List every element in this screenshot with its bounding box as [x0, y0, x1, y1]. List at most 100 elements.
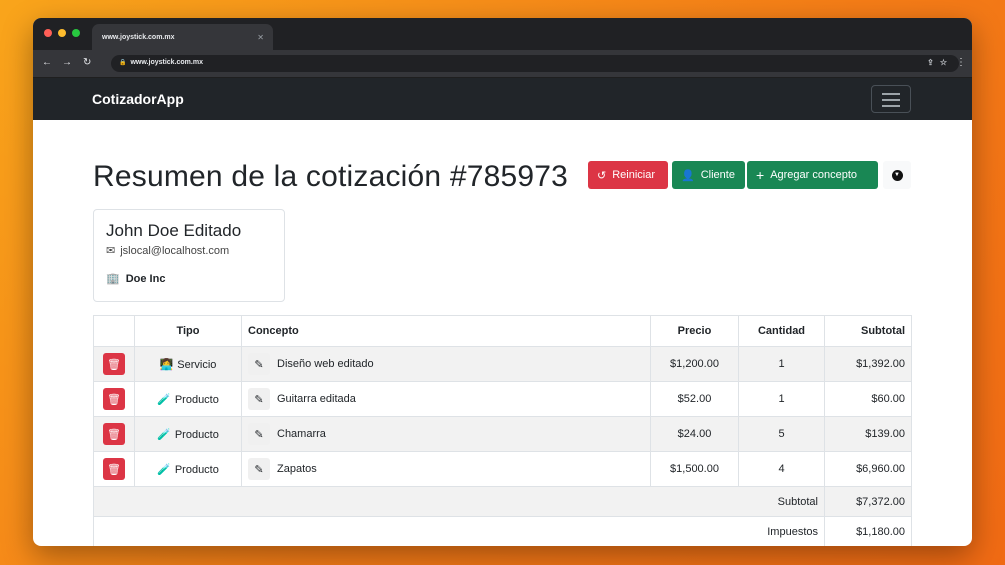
edit-icon: ✎ [254, 428, 264, 441]
row-tipo: Producto [174, 463, 219, 476]
browser-window: www.joystick.com.mx ✕ ← → ↻ 🔒 www.joystic… [33, 18, 972, 546]
delete-row-button[interactable]: 🗑 [103, 458, 125, 480]
reset-label: Reiniciar [612, 169, 656, 181]
edit-row-button[interactable]: ✎ [248, 458, 270, 480]
header-actions [93, 315, 135, 347]
user-icon: 👤 [681, 169, 695, 182]
main-content: Resumen de la cotización #785973 ↺ Reini… [33, 120, 972, 546]
row-subtotal: $6,960.00 [824, 451, 912, 487]
client-label: Cliente [700, 169, 735, 181]
app-brand[interactable]: CotizadorApp [92, 91, 184, 107]
trash-icon: 🗑 [107, 428, 121, 441]
page-title: Resumen de la cotización #785973 [93, 160, 569, 193]
table-row: 🗑 🧪 Producto ✎ Guitarra editada $52.00 1 $… [93, 381, 912, 417]
client-name: John Doe Editado [106, 221, 242, 240]
client-card: John Doe Editado ✉ jslocal@localhost.com… [93, 209, 285, 302]
hamburger-line [882, 99, 900, 101]
test-tube-icon: 🧪 [157, 463, 171, 476]
trash-icon: 🗑 [107, 393, 121, 406]
row-cantidad: 4 [738, 451, 825, 487]
back-icon[interactable]: ← [42, 57, 52, 68]
client-email-row: ✉ jslocal@localhost.com [106, 244, 272, 258]
reset-button[interactable]: ↺ Reiniciar [588, 161, 668, 189]
address-bar: ← → ↻ 🔒 www.joystick.com.mx ⇪☆ ⋮ [33, 50, 972, 78]
browser-menu-icon[interactable]: ⋮ [956, 57, 966, 68]
row-tipo: Servicio [177, 358, 217, 371]
app-navbar: CotizadorApp [33, 78, 972, 120]
header-subtotal: Subtotal [824, 315, 912, 347]
trash-icon: 🗑 [107, 463, 121, 476]
table-row: 🗑 👩‍💻 Servicio ✎ Diseño web editado $1,200… [93, 346, 912, 382]
edit-icon: ✎ [254, 358, 264, 371]
edit-icon: ✎ [254, 393, 264, 406]
row-subtotal: $60.00 [824, 381, 912, 417]
taxes-row: Impuestos $1,180.00 [93, 516, 912, 546]
table-row: 🗑 🧪 Producto ✎ Chamarra $24.00 5 $139.00 [93, 416, 912, 452]
bookmark-star-icon[interactable]: ☆ [940, 58, 953, 67]
subtotal-label: Subtotal [93, 486, 825, 517]
chevron-down-icon: ▼ [891, 169, 903, 181]
close-window-button[interactable] [44, 29, 52, 37]
delete-row-button[interactable]: 🗑 [103, 423, 125, 445]
row-concepto: Diseño web editado [277, 357, 374, 370]
url-field[interactable]: 🔒 www.joystick.com.mx ⇪☆ [111, 55, 959, 72]
test-tube-icon: 🧪 [157, 428, 171, 441]
row-concepto: Guitarra editada [277, 392, 356, 405]
row-concepto: Zapatos [277, 462, 317, 475]
reload-icon[interactable]: ↻ [83, 57, 91, 68]
hamburger-line [882, 93, 900, 95]
hamburger-line [882, 105, 900, 107]
row-cantidad: 5 [738, 416, 825, 452]
client-email: jslocal@localhost.com [120, 244, 230, 257]
client-company-row: 🏢 Doe Inc [106, 272, 272, 286]
quote-table: Tipo Concepto Precio Cantidad Subtotal 🗑… [93, 315, 912, 546]
subtotal-row: Subtotal $7,372.00 [93, 486, 912, 517]
taxes-label: Impuestos [93, 516, 825, 546]
maximize-window-button[interactable] [72, 29, 80, 37]
navbar-toggler-button[interactable] [871, 85, 911, 113]
row-precio: $1,200.00 [650, 346, 739, 382]
envelope-icon: ✉ [106, 245, 116, 257]
delete-row-button[interactable]: 🗑 [103, 388, 125, 410]
tab-bar: www.joystick.com.mx ✕ [33, 18, 972, 50]
row-precio: $1,500.00 [650, 451, 739, 487]
close-tab-icon[interactable]: ✕ [257, 33, 264, 42]
row-subtotal: $139.00 [824, 416, 912, 452]
client-button[interactable]: 👤 Cliente [672, 161, 745, 189]
row-subtotal: $1,392.00 [824, 346, 912, 382]
row-precio: $24.00 [650, 416, 739, 452]
row-concepto: Chamarra [277, 427, 326, 440]
row-precio: $52.00 [650, 381, 739, 417]
header-cantidad: Cantidad [738, 315, 825, 347]
row-cantidad: 1 [738, 346, 825, 382]
url-text: www.joystick.com.mx [130, 59, 203, 66]
trash-icon: 🗑 [107, 358, 121, 371]
undo-icon: ↺ [597, 169, 607, 182]
forward-icon[interactable]: → [62, 57, 72, 68]
minimize-window-button[interactable] [58, 29, 66, 37]
building-icon: 🏢 [106, 273, 120, 285]
delete-row-button[interactable]: 🗑 [103, 353, 125, 375]
browser-tab[interactable]: www.joystick.com.mx ✕ [92, 24, 273, 50]
row-tipo: Producto [174, 428, 219, 441]
edit-row-button[interactable]: ✎ [248, 388, 270, 410]
row-cantidad: 1 [738, 381, 825, 417]
plus-icon: + [756, 167, 765, 183]
client-company: Doe Inc [125, 272, 166, 285]
header-precio: Precio [650, 315, 739, 347]
taxes-value: $1,180.00 [824, 516, 912, 546]
header-tipo: Tipo [134, 315, 242, 347]
header-concepto: Concepto [241, 315, 651, 347]
share-icon[interactable]: ⇪ [927, 58, 940, 67]
add-label: Agregar concepto [770, 169, 858, 181]
more-options-button[interactable]: ▼ [883, 161, 911, 189]
table-row: 🗑 🧪 Producto ✎ Zapatos $1,500.00 4 $6,960.… [93, 451, 912, 487]
add-concept-button[interactable]: + Agregar concepto [747, 161, 878, 189]
row-tipo: Producto [174, 393, 219, 406]
edit-icon: ✎ [254, 463, 264, 476]
edit-row-button[interactable]: ✎ [248, 423, 270, 445]
woman-technologist-icon: 👩‍💻 [159, 358, 174, 371]
window-controls [44, 29, 80, 37]
edit-row-button[interactable]: ✎ [248, 353, 270, 375]
tab-title: www.joystick.com.mx [102, 34, 175, 41]
